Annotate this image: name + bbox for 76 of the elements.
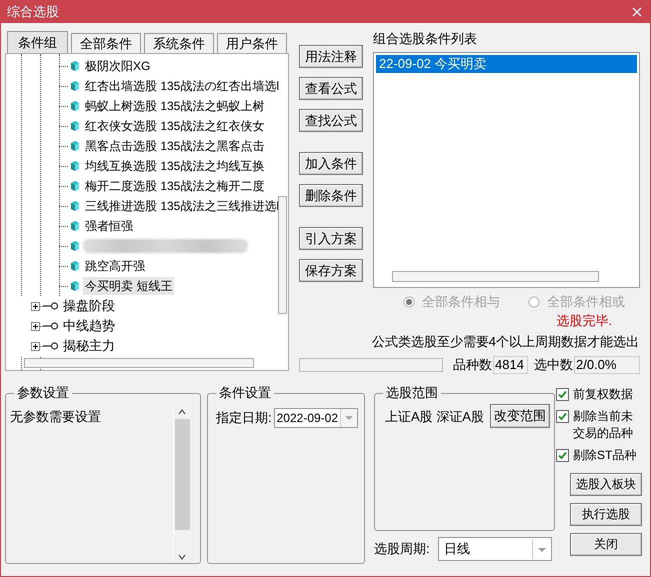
- tree-item[interactable]: 强者恒强: [83, 217, 135, 235]
- action-button[interactable]: 保存方案: [299, 259, 363, 282]
- close-icon[interactable]: [632, 7, 642, 17]
- dialog-button[interactable]: 选股入板块: [570, 473, 642, 496]
- node-icon: [43, 322, 59, 330]
- checkbox[interactable]: [556, 410, 569, 423]
- window-title: 综合选股: [7, 3, 59, 21]
- tree-item[interactable]: 跳空高开强: [83, 257, 147, 275]
- gem-icon: [70, 100, 80, 112]
- gem-icon: [70, 240, 80, 252]
- caret-icon[interactable]: [340, 409, 358, 427]
- checkbox-option[interactable]: 前复权数据: [556, 386, 648, 403]
- tree-item[interactable]: 红衣侠女选股 135战法之红衣侠女: [83, 117, 266, 135]
- tree-item[interactable]: 极阴次阳XG: [83, 57, 152, 75]
- list-title: 组合选股条件列表: [373, 31, 478, 47]
- expand-icon[interactable]: [31, 322, 40, 330]
- dialog-button[interactable]: 关闭: [570, 533, 642, 556]
- action-button[interactable]: 加入条件: [299, 152, 363, 175]
- tab[interactable]: 用户条件: [217, 33, 287, 53]
- gem-icon: [70, 160, 80, 172]
- tree-item[interactable]: 今买明卖 短线王: [83, 277, 174, 295]
- scrollbar[interactable]: [392, 271, 599, 282]
- tree-item[interactable]: 操盘阶段: [63, 297, 115, 315]
- gem-icon: [70, 280, 80, 292]
- node-icon: [43, 302, 59, 310]
- gem-icon: [70, 200, 80, 212]
- range-text: 上证A股 深证A股: [385, 408, 484, 426]
- tree-item[interactable]: 红杏出墙选股 135战法の红杏出墙选l: [83, 77, 282, 95]
- stat-value: 4814: [493, 356, 528, 374]
- checkbox-option[interactable]: 剔除ST品种: [556, 447, 648, 464]
- gem-icon: [70, 60, 80, 72]
- tree-item[interactable]: 三线推进选股 135战法之三线推进选l: [83, 197, 282, 215]
- tab[interactable]: 系统条件: [144, 33, 214, 53]
- date-dropdown[interactable]: 2022-09-02: [274, 408, 358, 428]
- tree-item[interactable]: 中线趋势: [63, 317, 115, 335]
- stat-label: 选中数: [534, 356, 573, 374]
- tab[interactable]: 条件组: [7, 31, 68, 53]
- status-message: 选股完毕.: [555, 312, 613, 330]
- tree-item[interactable]: 揭秘主力: [63, 337, 115, 355]
- list-item[interactable]: 22-09-02 今买明卖: [376, 55, 637, 73]
- expand-icon[interactable]: [31, 342, 40, 350]
- gem-icon: [70, 260, 80, 272]
- gem-icon: [70, 220, 80, 232]
- action-button[interactable]: 引入方案: [299, 227, 363, 250]
- tree-item[interactable]: 蚂蚁上树选股 135战法之蚂蚁上树: [83, 97, 266, 115]
- change-range-button[interactable]: 改变范围: [490, 404, 550, 428]
- note-text: 公式类选股至少需要4个以上周期数据才能选出: [370, 333, 640, 352]
- checkbox-option[interactable]: 剔除当前未交易的品种: [556, 408, 648, 442]
- node-icon: [43, 342, 59, 350]
- expand-icon[interactable]: [31, 302, 40, 310]
- tree-item[interactable]: 梅开二度选股 135战法之梅开二度: [83, 177, 266, 195]
- action-button[interactable]: 查找公式: [299, 109, 363, 132]
- period-label: 选股周期:: [374, 540, 431, 558]
- tree-item[interactable]: 黑客点击选股 135战法之黑客点击: [83, 137, 266, 155]
- group-title: 条件设置: [218, 384, 272, 402]
- tree-item[interactable]: 均线互换选股 135战法之均线互换: [83, 157, 266, 175]
- group-title: 参数设置: [16, 384, 70, 402]
- action-button[interactable]: 删除条件: [299, 184, 363, 207]
- checkbox[interactable]: [556, 449, 569, 462]
- gem-icon: [70, 80, 80, 92]
- stat-label: 品种数: [453, 356, 492, 374]
- group-title: 选股范围: [385, 384, 439, 402]
- action-button[interactable]: 查看公式: [299, 77, 363, 100]
- tab[interactable]: 全部条件: [71, 33, 141, 53]
- gem-icon: [70, 180, 80, 192]
- stat-value: 2/0.0%: [574, 356, 640, 374]
- gem-icon: [70, 120, 80, 132]
- scrollbar[interactable]: [278, 196, 287, 314]
- date-label: 指定日期:: [216, 409, 272, 427]
- checkbox[interactable]: [556, 388, 569, 401]
- period-dropdown[interactable]: 日线: [438, 537, 552, 561]
- action-button[interactable]: 用法注释: [299, 45, 363, 68]
- dialog-button[interactable]: 执行选股: [570, 503, 642, 526]
- gem-icon: [70, 140, 80, 152]
- params-text: 无参数需要设置: [9, 408, 102, 426]
- scrollbar[interactable]: [24, 358, 254, 368]
